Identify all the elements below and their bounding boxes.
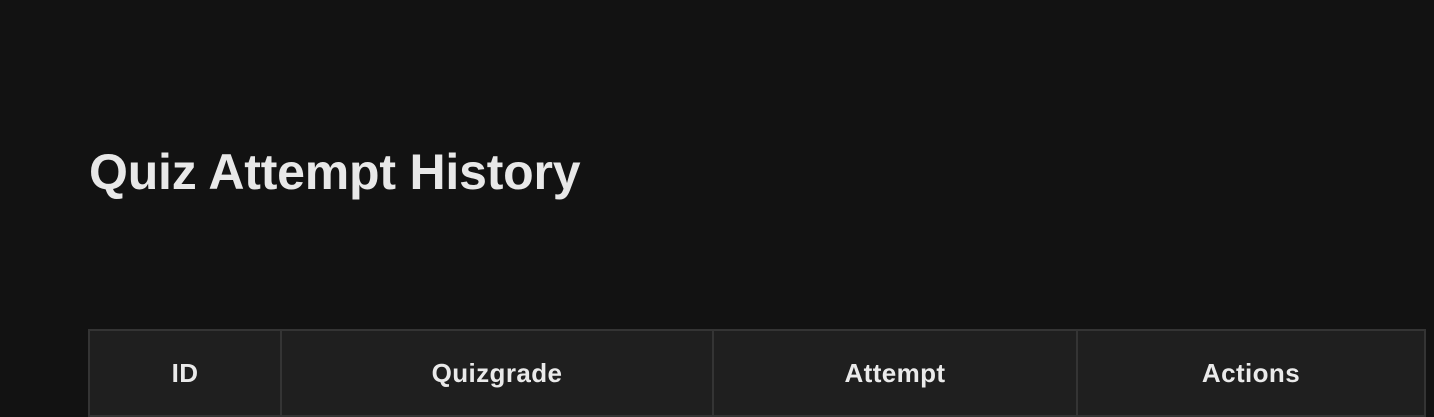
quiz-attempt-history-page: Quiz Attempt History ID Quizgrade Attemp… (0, 0, 1434, 417)
header-row: ID Quizgrade Attempt Actions (88, 329, 1426, 417)
column-header-quizgrade: Quizgrade (280, 329, 714, 417)
column-header-attempt: Attempt (712, 329, 1078, 417)
attempt-history-table-container: ID Quizgrade Attempt Actions (88, 329, 1426, 417)
column-header-id: ID (88, 329, 282, 417)
attempt-history-table: ID Quizgrade Attempt Actions (88, 329, 1426, 417)
column-header-actions: Actions (1076, 329, 1426, 417)
table-header: ID Quizgrade Attempt Actions (88, 329, 1426, 417)
page-title: Quiz Attempt History (89, 144, 581, 200)
